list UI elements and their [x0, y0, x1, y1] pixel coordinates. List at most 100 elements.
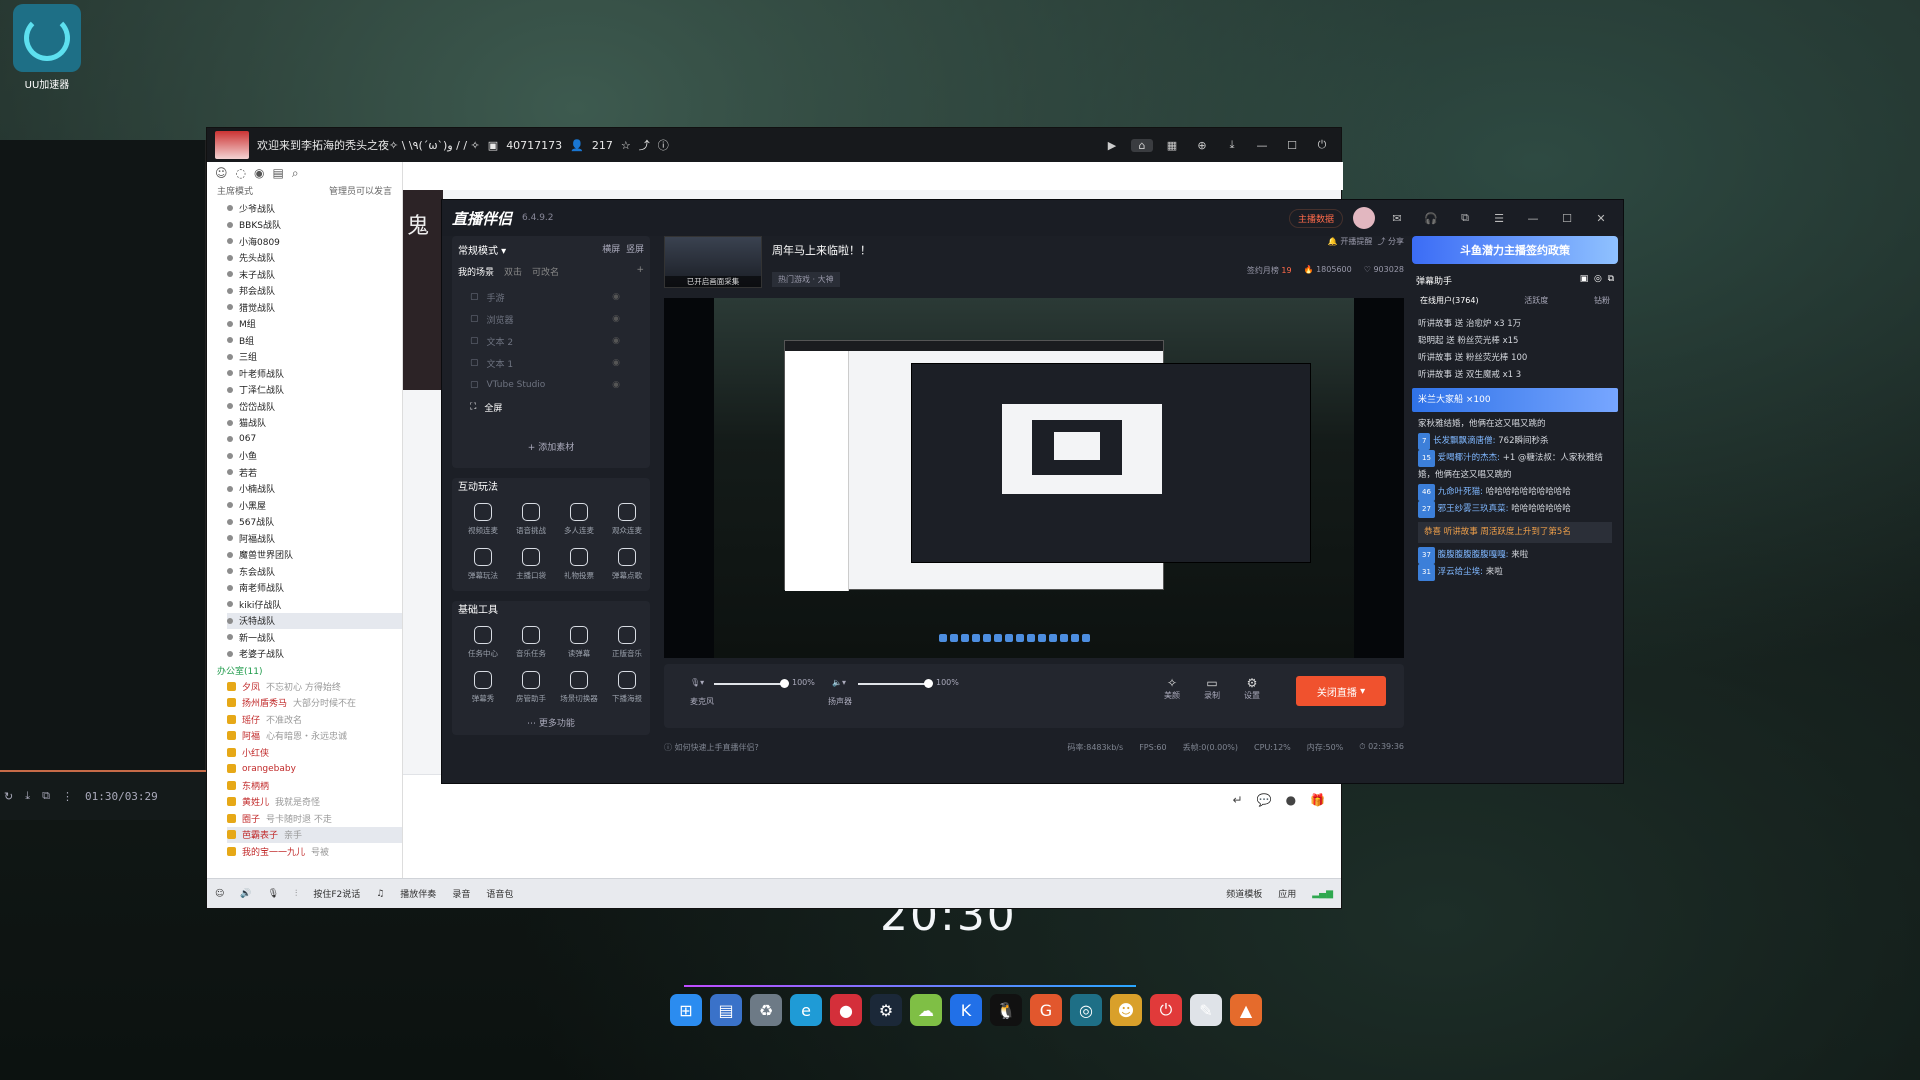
- copy-icon[interactable]: ▣: [1580, 274, 1589, 284]
- source-item[interactable]: ▢ 手游 ◉: [458, 286, 644, 308]
- user-item[interactable]: 夕凤 不忘初心 方得始终: [227, 678, 402, 695]
- channel-item[interactable]: 沃特战队: [227, 612, 402, 629]
- channel-item[interactable]: 若若: [227, 464, 402, 481]
- my-scenes-tab[interactable]: 我的场景: [458, 265, 494, 278]
- popout-icon[interactable]: ⧉: [42, 789, 50, 803]
- list-icon[interactable]: ▤: [272, 166, 283, 180]
- user-item[interactable]: 芭霸表子 亲手: [227, 826, 402, 843]
- channel-item[interactable]: 小鱼: [227, 448, 402, 465]
- gift-icon[interactable]: 🎁: [1310, 793, 1325, 807]
- speaker-slider[interactable]: [858, 683, 928, 685]
- room-avatar[interactable]: [215, 131, 249, 159]
- uu-accelerator-desktop-icon[interactable]: UU加速器: [10, 4, 84, 94]
- mode-selector[interactable]: 常规模式 ▾: [458, 242, 506, 257]
- user-item[interactable]: orangebaby: [227, 761, 402, 778]
- chat-author[interactable]: 爱喝椰汁的杰杰:: [1438, 453, 1500, 463]
- minimize-icon[interactable]: —: [1521, 212, 1545, 225]
- channel-item[interactable]: 567战队: [227, 514, 402, 531]
- user-item[interactable]: 扬州盾秀马 大部分时候不在: [227, 695, 402, 712]
- tool-button[interactable]: 音乐任务: [508, 626, 554, 659]
- share-button[interactable]: 分享: [1388, 237, 1404, 246]
- popout-icon[interactable]: ⧉: [1608, 274, 1614, 284]
- stream-cover-thumb[interactable]: 已开启画面采集: [664, 236, 762, 288]
- push-to-talk[interactable]: 按住F2说话: [313, 887, 360, 900]
- anchor-data-button[interactable]: 主播数据: [1288, 208, 1343, 228]
- equalizer-icon[interactable]: ⫶: [295, 889, 297, 899]
- subscribe-reminder[interactable]: 开播提醒: [1340, 237, 1372, 246]
- channel-item[interactable]: 小海0809: [227, 233, 402, 250]
- home-icon[interactable]: ⌂: [1131, 138, 1153, 152]
- mic-icon[interactable]: 🎙: [268, 889, 279, 899]
- add-scene-icon[interactable]: +: [636, 265, 644, 278]
- channel-item[interactable]: 小黑屋: [227, 497, 402, 514]
- qq-icon[interactable]: 🐧: [990, 994, 1022, 1026]
- voice-pack[interactable]: 语音包: [486, 887, 513, 900]
- minimize-icon[interactable]: —: [1251, 139, 1273, 152]
- channel-item[interactable]: 三组: [227, 349, 402, 366]
- source-item[interactable]: ▢ 浏览器 ◉: [458, 308, 644, 330]
- user-item[interactable]: 黄姓儿 我就是奇怪: [227, 794, 402, 811]
- favorite-star-icon[interactable]: ☆: [621, 139, 631, 152]
- tab-diamond-fans[interactable]: 钻粉: [1594, 295, 1610, 306]
- visibility-eye-icon[interactable]: ◉: [612, 314, 620, 324]
- speech-bubble-icon[interactable]: 💬: [1257, 793, 1272, 807]
- chat-author[interactable]: 邪王纱雾三玖真菜:: [1438, 504, 1509, 514]
- more-features-button[interactable]: ⋯ 更多功能: [452, 716, 650, 729]
- channel-item[interactable]: 魔兽世界团队: [227, 547, 402, 564]
- chat-input-area[interactable]: ↵ 💬 ● 🎁: [403, 774, 1341, 878]
- channel-item[interactable]: 猎觉战队: [227, 299, 402, 316]
- stream-category[interactable]: 热门游戏 · 大神: [772, 272, 840, 287]
- tool-button[interactable]: 主播口袋: [508, 548, 554, 581]
- headset-icon[interactable]: 🎧: [1419, 212, 1443, 225]
- help-tip[interactable]: ⓘ 如何快速上手直播伴侣?: [664, 742, 1052, 753]
- repeat-icon[interactable]: ↻: [4, 790, 13, 803]
- tool-button[interactable]: 下播海报: [604, 671, 650, 704]
- portrait-toggle[interactable]: 竖屏: [626, 245, 644, 255]
- record-icon[interactable]: ●: [1286, 793, 1296, 807]
- source-item[interactable]: ▢ VTube Studio ◉: [458, 374, 644, 396]
- promo-banner[interactable]: 斗鱼潜力主播签约政策: [1412, 236, 1618, 264]
- source-item[interactable]: ▢ 文本 2 ◉: [458, 330, 644, 352]
- chat-author[interactable]: 浮云给尘埃:: [1438, 567, 1483, 577]
- mode-dropdown[interactable]: 主席模式: [217, 184, 253, 200]
- chat-author[interactable]: 长发飘飘滴唐僧:: [1433, 436, 1495, 446]
- external-icon[interactable]: ⧉: [1453, 211, 1477, 225]
- tool-button[interactable]: 任务中心: [460, 626, 506, 659]
- explorer-icon[interactable]: ▤: [710, 994, 742, 1026]
- windows-icon[interactable]: ⊞: [670, 994, 702, 1026]
- chat-author[interactable]: 腹腹腹腹腹腹嘎嘎:: [1438, 550, 1509, 560]
- tool-button[interactable]: 弹幕玩法: [460, 548, 506, 581]
- tool-button[interactable]: 弹幕秀: [460, 671, 506, 704]
- uu-icon[interactable]: ◎: [1070, 994, 1102, 1026]
- maximize-icon[interactable]: ☐: [1555, 212, 1579, 225]
- speaker-icon[interactable]: 🔈▾: [832, 678, 846, 687]
- landscape-toggle[interactable]: 横屏: [602, 245, 620, 255]
- channel-item[interactable]: 末子战队: [227, 266, 402, 283]
- chat-author[interactable]: 九命叶死猫:: [1438, 487, 1483, 497]
- share-icon[interactable]: ⤴: [639, 137, 650, 153]
- user-item[interactable]: 小红侠: [227, 744, 402, 761]
- info-icon[interactable]: ⓘ: [658, 137, 669, 153]
- tool-button[interactable]: 读弹幕: [556, 626, 602, 659]
- channel-item[interactable]: 南老师战队: [227, 580, 402, 597]
- visibility-eye-icon[interactable]: ◉: [612, 292, 620, 302]
- tool-button[interactable]: 礼物投票: [556, 548, 602, 581]
- location-icon[interactable]: ◉: [254, 166, 264, 180]
- profile-avatar[interactable]: [1353, 207, 1375, 229]
- menu-icon[interactable]: ☰: [1487, 212, 1511, 225]
- stream-preview[interactable]: [664, 298, 1404, 658]
- speaker-slider-handle[interactable]: [924, 679, 933, 688]
- enter-icon[interactable]: ↵: [1233, 793, 1243, 807]
- channel-item[interactable]: 丁泽仁战队: [227, 382, 402, 399]
- user-item[interactable]: 东柄柄: [227, 777, 402, 794]
- close-icon[interactable]: ✕: [1589, 212, 1613, 225]
- tool-button[interactable]: 场景切换器: [556, 671, 602, 704]
- cloud-icon[interactable]: ☁: [910, 994, 942, 1026]
- steam-icon[interactable]: ⚙: [870, 994, 902, 1026]
- fox-icon[interactable]: ▲: [1230, 994, 1262, 1026]
- tool-button[interactable]: 多人连麦: [556, 503, 602, 536]
- gamepad-icon[interactable]: ⊕: [1191, 139, 1213, 152]
- recycle-icon[interactable]: ♻: [750, 994, 782, 1026]
- search-icon[interactable]: ⌕: [292, 166, 299, 181]
- edge-icon[interactable]: e: [790, 994, 822, 1026]
